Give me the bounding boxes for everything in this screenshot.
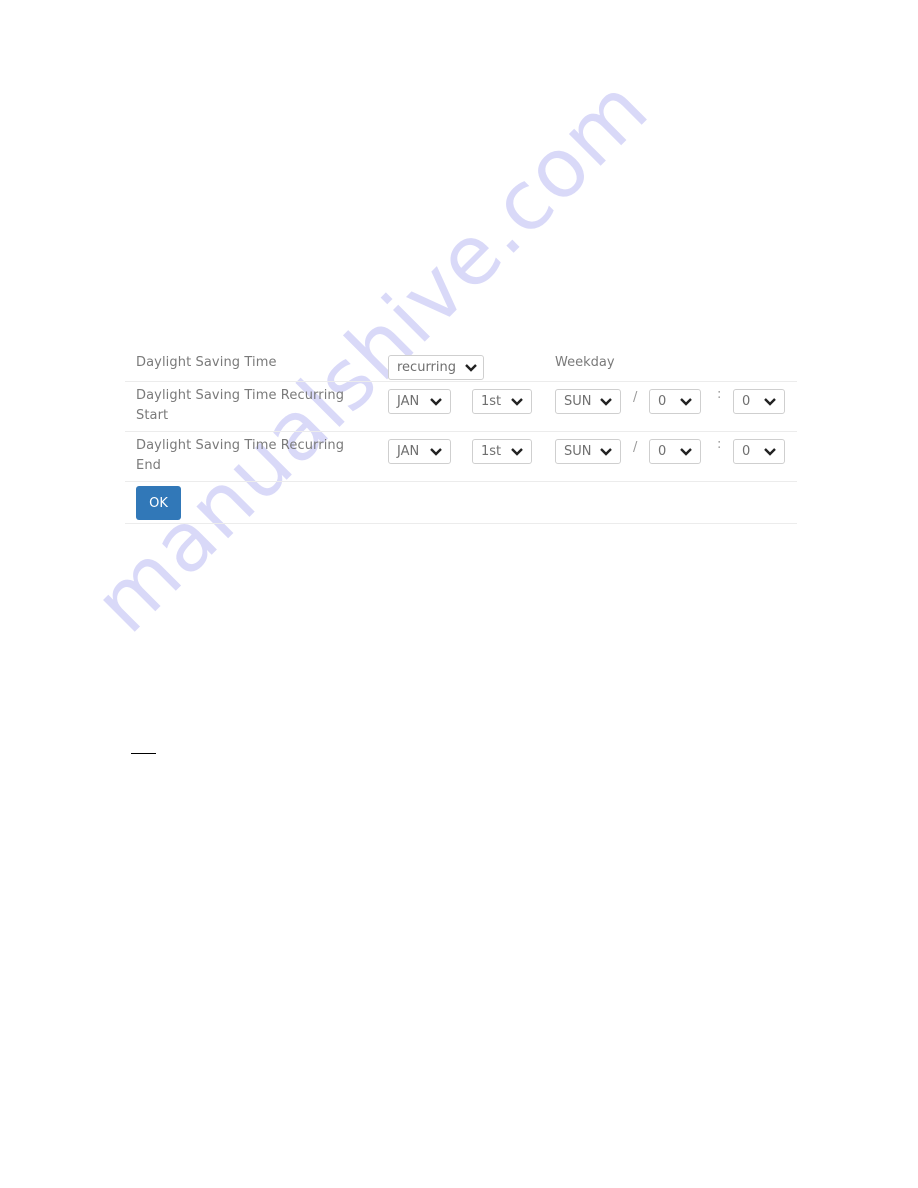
- end-minute-select[interactable]: 0: [733, 439, 785, 464]
- dst-end-label: Daylight Saving Time Recurring End: [136, 438, 345, 473]
- chevron-down-icon: [763, 397, 777, 407]
- start-month-select[interactable]: JAN: [388, 389, 451, 414]
- slash-separator: /: [633, 390, 638, 405]
- chevron-down-icon: [679, 447, 693, 457]
- start-hour-value: 0: [658, 394, 667, 409]
- start-month-value: JAN: [397, 394, 420, 409]
- chevron-down-icon: [429, 397, 443, 407]
- start-minute-value: 0: [742, 394, 751, 409]
- end-week-value: 1st: [481, 444, 502, 459]
- start-day-value: SUN: [564, 394, 592, 409]
- end-week-select[interactable]: 1st: [472, 439, 532, 464]
- dst-end-row: Daylight Saving Time Recurring End JAN 1…: [125, 432, 797, 482]
- colon-separator: :: [717, 437, 722, 452]
- chevron-down-icon: [599, 397, 613, 407]
- end-month-select[interactable]: JAN: [388, 439, 451, 464]
- dst-label: Daylight Saving Time: [136, 355, 277, 370]
- chevron-down-icon: [510, 447, 524, 457]
- weekday-label: Weekday: [555, 355, 615, 370]
- dst-settings-panel: Daylight Saving Time recurring Weekday D…: [125, 340, 797, 524]
- end-day-select[interactable]: SUN: [555, 439, 621, 464]
- slash-separator: /: [633, 440, 638, 455]
- dst-mode-value: recurring: [397, 360, 457, 375]
- chevron-down-icon: [429, 447, 443, 457]
- chevron-down-icon: [763, 447, 777, 457]
- start-day-select[interactable]: SUN: [555, 389, 621, 414]
- colon-separator: :: [717, 387, 722, 402]
- end-hour-select[interactable]: 0: [649, 439, 701, 464]
- chevron-down-icon: [599, 447, 613, 457]
- dst-mode-row: Daylight Saving Time recurring Weekday: [125, 340, 797, 382]
- start-week-select[interactable]: 1st: [472, 389, 532, 414]
- chevron-down-icon: [464, 363, 478, 373]
- dst-start-row: Daylight Saving Time Recurring Start JAN…: [125, 382, 797, 432]
- actions-row: OK: [125, 482, 797, 524]
- end-day-value: SUN: [564, 444, 592, 459]
- start-minute-select[interactable]: 0: [733, 389, 785, 414]
- end-minute-value: 0: [742, 444, 751, 459]
- chevron-down-icon: [679, 397, 693, 407]
- dst-start-label: Daylight Saving Time Recurring Start: [136, 388, 345, 423]
- ok-button[interactable]: OK: [136, 486, 181, 520]
- end-month-value: JAN: [397, 444, 420, 459]
- divider-line: [131, 753, 156, 754]
- start-hour-select[interactable]: 0: [649, 389, 701, 414]
- start-week-value: 1st: [481, 394, 502, 409]
- end-hour-value: 0: [658, 444, 667, 459]
- dst-mode-select[interactable]: recurring: [388, 355, 484, 380]
- chevron-down-icon: [510, 397, 524, 407]
